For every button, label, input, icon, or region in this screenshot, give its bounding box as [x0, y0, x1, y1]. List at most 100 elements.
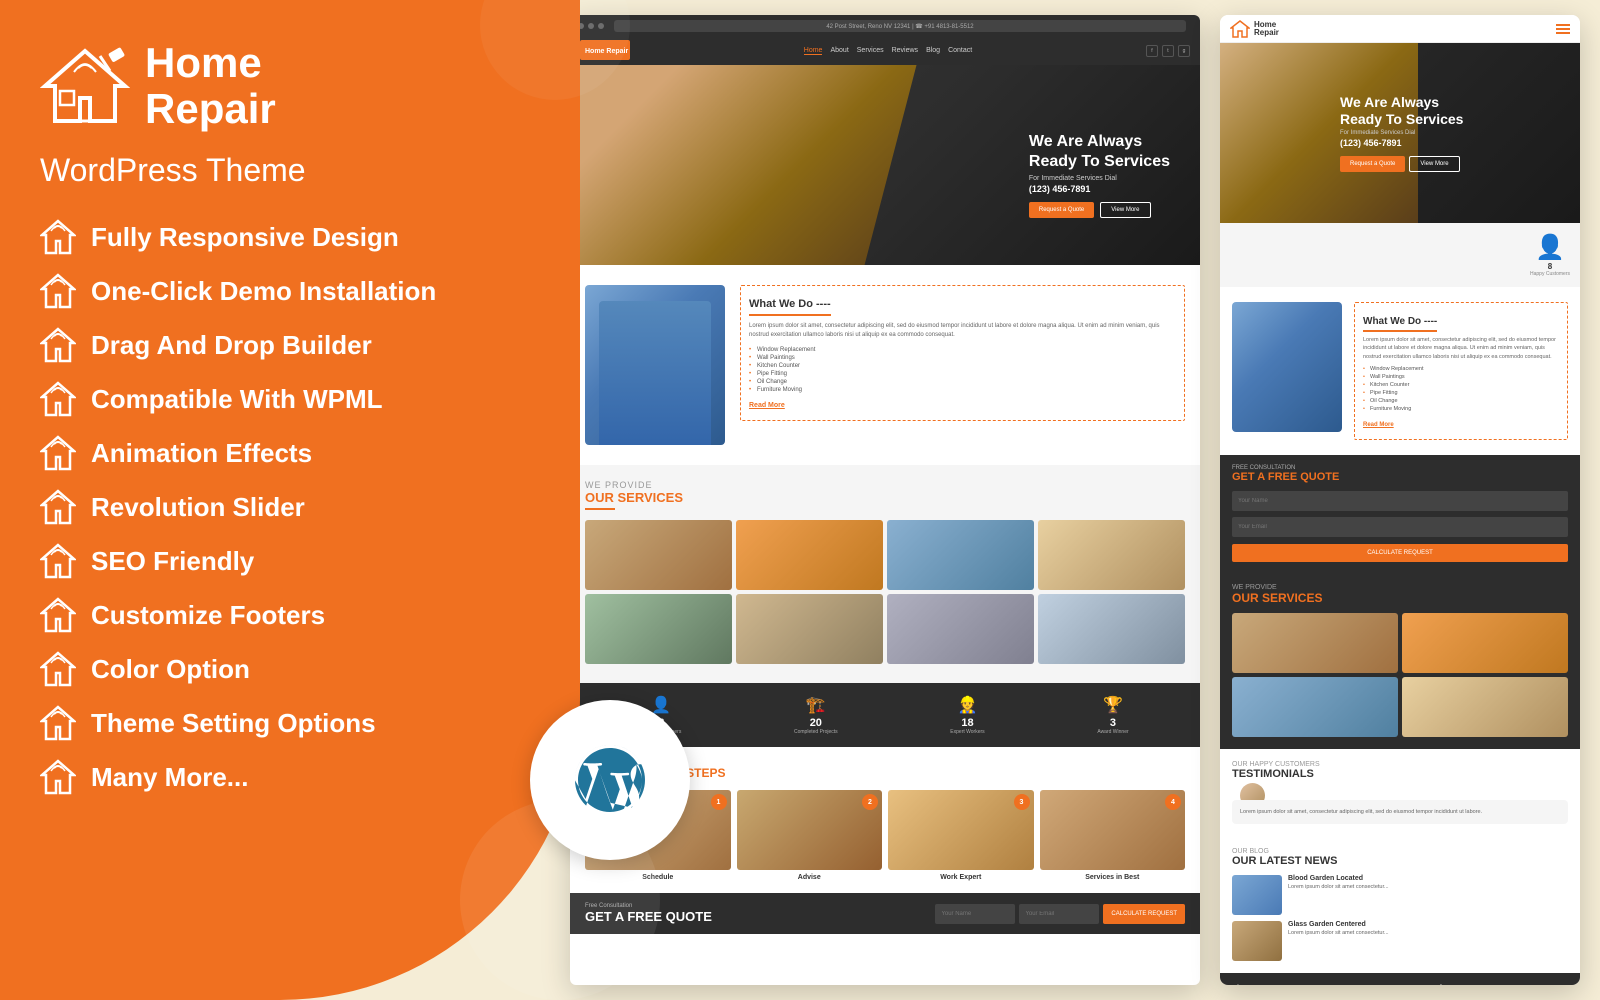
- step-image-3: 3: [888, 790, 1034, 870]
- mobile-request-quote-button[interactable]: Request a Quote: [1340, 156, 1405, 172]
- service-item: Wall Paintings: [749, 354, 1176, 362]
- mobile-service-item: Window Replacement: [1363, 365, 1559, 373]
- service-card: [887, 520, 1034, 590]
- stat-label: Award Winner: [1097, 729, 1128, 735]
- mobile-service-card: [1402, 677, 1568, 737]
- mobile-read-more-link[interactable]: Read More: [1363, 422, 1394, 428]
- our-services-section: We Provide OUR SERVICES: [570, 465, 1200, 683]
- stat-projects: 🏗️ 20 Completed Projects: [794, 695, 838, 735]
- nav-link-contact[interactable]: Contact: [948, 47, 972, 55]
- feature-icon: [40, 327, 76, 363]
- feature-item: SEO Friendly: [40, 543, 550, 579]
- google-plus-icon[interactable]: g: [1178, 45, 1190, 57]
- mobile-mockup: Home Repair We Are Always Ready To Servi…: [1220, 15, 1580, 985]
- mobile-nav: Home Repair: [1220, 15, 1580, 43]
- mobile-quote-name[interactable]: [1232, 491, 1568, 511]
- blog-card-content-2: Glass Garden Centered Lorem ipsum dolor …: [1288, 921, 1568, 961]
- mobile-logo: Home Repair: [1230, 20, 1279, 38]
- worker-figure: [599, 301, 711, 445]
- step-number-4: 4: [1165, 794, 1181, 810]
- blog-post-title-2: Glass Garden Centered: [1288, 921, 1568, 928]
- feature-item: Customize Footers: [40, 597, 550, 633]
- mobile-blog: Our Blog OUR LATEST NEWS Blood Garden Lo…: [1220, 836, 1580, 973]
- twitter-icon[interactable]: t: [1162, 45, 1174, 57]
- what-we-do-content: What We Do ---- Lorem ipsum dolor sit am…: [740, 285, 1185, 445]
- mobile-section-title: What We Do ----: [1363, 316, 1437, 332]
- feature-item: One-Click Demo Installation: [40, 273, 550, 309]
- mobile-blog-label: Our Blog: [1232, 848, 1568, 855]
- person-icon: 👤: [1530, 233, 1570, 262]
- step-card-4: 4 Services in Best: [1040, 790, 1186, 881]
- feature-icon: [40, 597, 76, 633]
- feature-item: Revolution Slider: [40, 489, 550, 525]
- consultation-email-input[interactable]: [1019, 904, 1099, 924]
- feature-icon: [40, 219, 76, 255]
- request-quote-button[interactable]: Request a Quote: [1029, 202, 1094, 218]
- brand-name: Home Repair: [145, 40, 276, 132]
- nav-link-services[interactable]: Services: [857, 47, 884, 55]
- worker-image: [585, 285, 725, 445]
- nav-link-blog[interactable]: Blog: [926, 47, 940, 55]
- mobile-service-item: Furniture Moving: [1363, 405, 1559, 413]
- step-number-1: 1: [711, 794, 727, 810]
- desktop-nav: Home Repair Home About Services Reviews …: [570, 37, 1200, 65]
- consultation-bar: Free Consultation GET A FREE QUOTE CALCU…: [570, 893, 1200, 934]
- nav-link-home[interactable]: Home: [804, 47, 823, 55]
- feature-icon: [40, 381, 76, 417]
- consultation-name-input[interactable]: [935, 904, 1015, 924]
- step-number-2: 2: [862, 794, 878, 810]
- person-stat: 👤 8 Happy Customers: [1530, 233, 1570, 277]
- services-label: We Provide: [585, 480, 1185, 490]
- desktop-hero: We Are Always Ready To Services For Imme…: [570, 65, 1200, 265]
- feature-item: Compatible With WPML: [40, 381, 550, 417]
- feature-icon: [40, 543, 76, 579]
- step-number-3: 3: [1014, 794, 1030, 810]
- blog-card-image-2: [1232, 921, 1282, 961]
- service-card: [1038, 594, 1185, 664]
- stat-label: Expert Workers: [950, 729, 984, 735]
- feature-item: Animation Effects: [40, 435, 550, 471]
- service-item: Window Replacement: [749, 346, 1176, 354]
- feature-icon: [40, 705, 76, 741]
- nav-links: Home About Services Reviews Blog Contact: [804, 47, 972, 55]
- view-more-button[interactable]: View More: [1100, 202, 1150, 218]
- logo-area: Home Repair: [40, 40, 550, 132]
- blog-card-2: Glass Garden Centered Lorem ipsum dolor …: [1232, 921, 1568, 961]
- mobile-quote-submit[interactable]: CALCULATE REQUEST: [1232, 544, 1568, 562]
- nav-link-reviews[interactable]: Reviews: [892, 47, 918, 55]
- mobile-quote-email[interactable]: [1232, 517, 1568, 537]
- mobile-hero-buttons: Request a Quote View More: [1340, 156, 1463, 172]
- feature-icon: [40, 435, 76, 471]
- mobile-testimonials-heading: TESTIMONIALS: [1232, 768, 1568, 780]
- stat-awards: 🏆 3 Award Winner: [1097, 695, 1128, 735]
- mobile-service-item: Kitchen Counter: [1363, 381, 1559, 389]
- wordpress-logo: [530, 700, 690, 860]
- mobile-view-more-button[interactable]: View More: [1409, 156, 1459, 172]
- stat-number: 18: [950, 717, 984, 729]
- nav-link-about[interactable]: About: [830, 47, 848, 55]
- browser-bar: 42 Post Street, Reno NV 12341 | ☎ +91 48…: [570, 15, 1200, 37]
- browser-url-bar: 42 Post Street, Reno NV 12341 | ☎ +91 48…: [614, 20, 1186, 32]
- facebook-icon[interactable]: f: [1146, 45, 1158, 57]
- service-item: Kitchen Counter: [749, 362, 1176, 370]
- hero-background-image: [570, 65, 917, 265]
- read-more-link[interactable]: Read More: [749, 402, 785, 409]
- consultation-submit-button[interactable]: CALCULATE REQUEST: [1103, 904, 1185, 924]
- service-card: [585, 520, 732, 590]
- hero-title: We Are Always Ready To Services: [1029, 132, 1170, 170]
- url-text: 42 Post Street, Reno NV 12341 | ☎ +91 48…: [826, 23, 973, 30]
- hamburger-line: [1556, 32, 1570, 34]
- features-list: Fully Responsive Design One-Click Demo I…: [40, 219, 550, 795]
- nav-social-icons: f t g: [1146, 45, 1190, 57]
- step-title-3: Work Expert: [888, 874, 1034, 881]
- mobile-logo-icon: [1230, 20, 1250, 38]
- stat-icon-workers: 👷: [950, 695, 984, 715]
- brand-tagline: WordPress Theme: [40, 152, 550, 189]
- stat-label: Completed Projects: [794, 729, 838, 735]
- feature-icon: [40, 489, 76, 525]
- hamburger-icon[interactable]: [1556, 24, 1570, 34]
- mobile-hero: We Are Always Ready To Services For Imme…: [1220, 43, 1580, 223]
- mobile-service-card: [1232, 613, 1398, 673]
- mobile-brand-name: Home Repair: [1254, 21, 1279, 37]
- left-panel: Home Repair WordPress Theme Fully Respon…: [0, 0, 580, 1000]
